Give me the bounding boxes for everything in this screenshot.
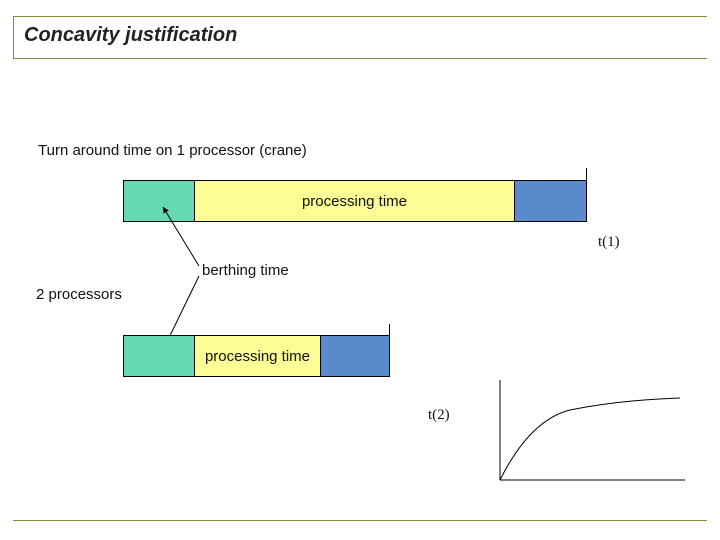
bar2-t-label: t(2)	[428, 407, 450, 424]
bar2-tick	[389, 324, 390, 377]
bar2-seg-processing: processing time	[195, 336, 321, 376]
bar2-seg-berthing	[124, 336, 195, 376]
bar2-seg-tail	[321, 336, 390, 376]
bar-2: processing time	[123, 335, 389, 377]
concave-chart	[490, 370, 690, 490]
bar2-processing-label: processing time	[205, 348, 310, 365]
